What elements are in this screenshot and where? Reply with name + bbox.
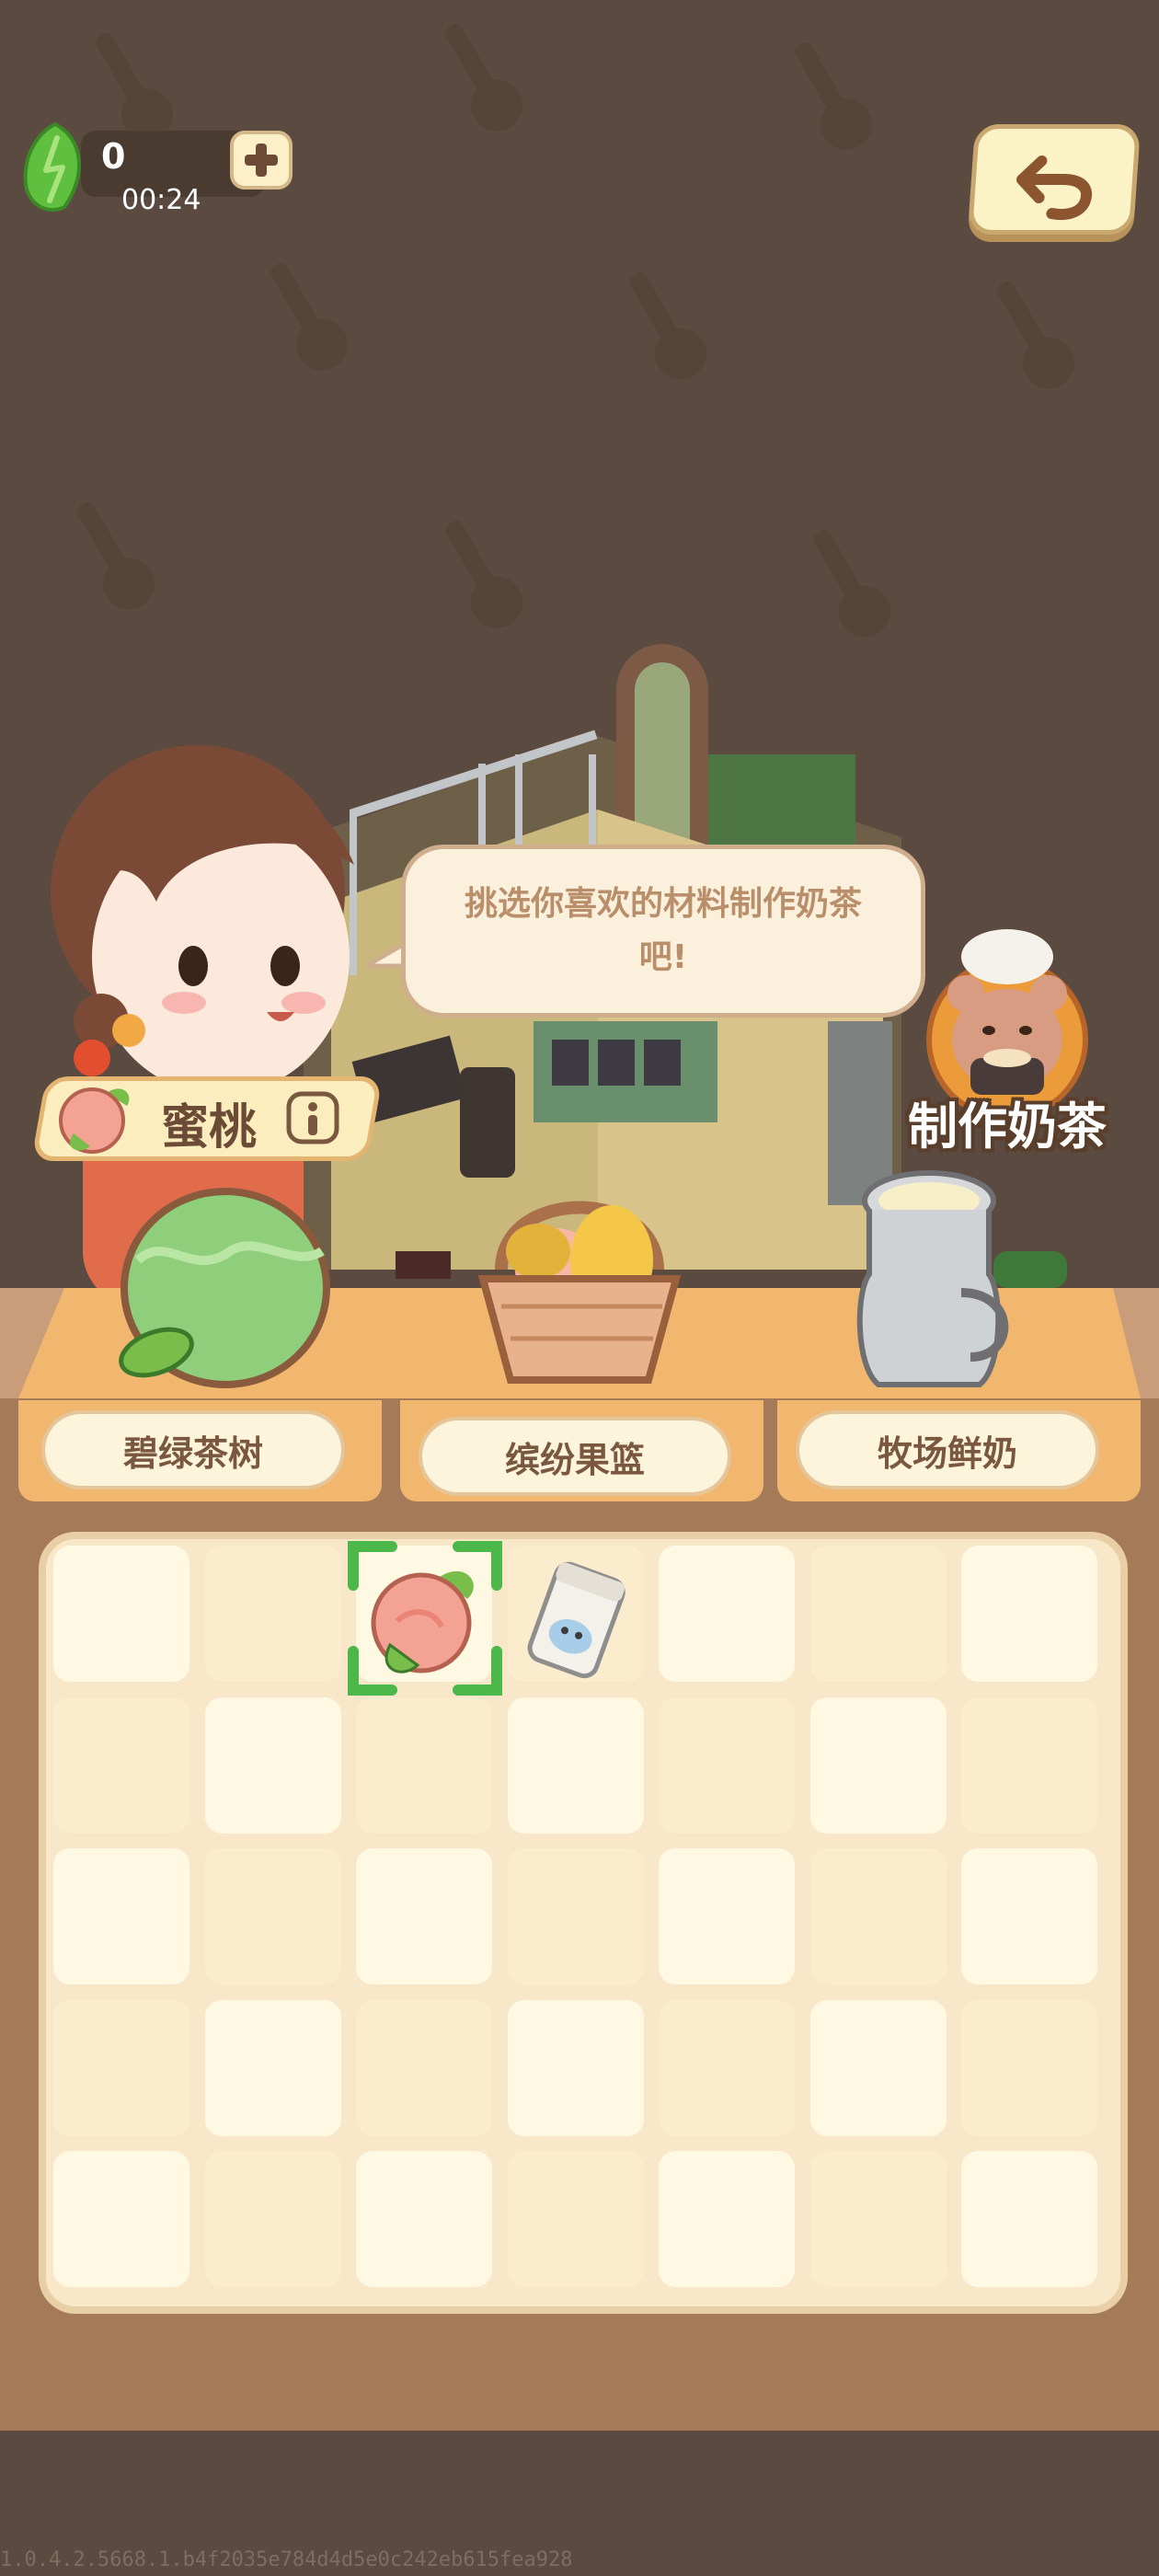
station-fresh-milk-label: 牧场鲜奶 — [877, 1432, 1017, 1474]
energy-timer: 00:24 — [121, 184, 201, 216]
inventory-slot[interactable] — [204, 1546, 341, 1682]
inventory-slot[interactable] — [356, 1848, 492, 1984]
inventory-slot[interactable] — [961, 2151, 1097, 2287]
inventory-slot[interactable] — [809, 1999, 947, 2136]
fruit-basket-icon[interactable] — [465, 1168, 694, 1398]
inventory-slot[interactable] — [961, 1696, 1097, 1834]
version-label: 1.0.4.2.5668.1.b4f2035e784d4d5e0c242eb61… — [0, 2548, 573, 2571]
undo-arrow-icon — [1016, 155, 1092, 221]
energy-panel: 0 00:24 — [18, 120, 294, 221]
inventory-slot[interactable] — [53, 1999, 189, 2136]
tea-tree-icon[interactable] — [110, 1178, 340, 1389]
inventory-slot[interactable] — [659, 1848, 795, 1984]
inventory-slot[interactable] — [356, 1999, 492, 2136]
speech-bubble: 挑选你喜欢的材料制作奶茶 吧! — [401, 845, 925, 1018]
selected-item-name: 蜜桃 — [161, 1100, 258, 1156]
inventory-slot[interactable] — [659, 1546, 795, 1682]
add-energy-button[interactable] — [230, 131, 293, 190]
inventory-slot[interactable] — [961, 1999, 1097, 2136]
station-fresh-milk-button[interactable]: 牧场鲜奶 — [796, 1410, 1099, 1489]
station-tea-tree-button[interactable]: 碧绿茶树 — [41, 1410, 345, 1489]
inventory-slot[interactable] — [809, 1696, 947, 1834]
inventory-slot[interactable] — [53, 2151, 189, 2287]
inventory-slot[interactable] — [507, 1696, 644, 1834]
inventory-slot[interactable] — [659, 1999, 795, 2136]
inventory-slot[interactable] — [53, 1546, 189, 1682]
inventory-slot[interactable] — [53, 1696, 189, 1834]
station-fruit-basket-label: 缤纷果篮 — [504, 1439, 645, 1480]
inventory-slot[interactable] — [53, 1848, 189, 1984]
milk-powder-bag-icon[interactable] — [511, 1553, 643, 1685]
inventory-slot[interactable] — [809, 1546, 947, 1682]
inventory-slot[interactable] — [507, 1848, 644, 1984]
plus-icon — [245, 144, 278, 177]
peach-item-icon[interactable] — [359, 1553, 491, 1685]
station-tea-tree-label: 碧绿茶树 — [122, 1432, 263, 1474]
inventory-slot[interactable] — [961, 1546, 1097, 1682]
inventory-slot[interactable] — [659, 2151, 795, 2287]
inventory-slot[interactable] — [507, 1999, 644, 2136]
speech-line-1: 挑选你喜欢的材料制作奶茶 — [464, 885, 862, 923]
inventory-slot[interactable] — [961, 1848, 1097, 1984]
make-milk-tea-label: 制作奶茶 — [908, 1098, 1107, 1156]
speech-line-2: 吧! — [638, 938, 688, 976]
inventory-slot[interactable] — [507, 2151, 644, 2287]
inventory-slot[interactable] — [809, 1848, 947, 1984]
inventory-slot[interactable] — [204, 1696, 341, 1834]
speech-text: 挑选你喜欢的材料制作奶茶 吧! — [465, 878, 862, 984]
back-button[interactable] — [967, 124, 1142, 235]
inventory-slot[interactable] — [204, 2151, 341, 2287]
inventory-slot[interactable] — [809, 2151, 947, 2287]
inventory-slot[interactable] — [204, 1999, 341, 2136]
info-icon[interactable] — [285, 1090, 340, 1145]
inventory-slot[interactable] — [356, 2151, 492, 2287]
inventory-slot[interactable] — [204, 1848, 341, 1984]
leaf-energy-icon — [23, 121, 81, 213]
station-fruit-basket-button[interactable]: 缤纷果篮 — [419, 1417, 731, 1496]
peach-tag-icon — [59, 1087, 130, 1154]
inventory-slot[interactable] — [356, 1696, 492, 1834]
inventory-slot[interactable] — [659, 1696, 795, 1834]
milk-can-icon[interactable] — [842, 1164, 1026, 1394]
